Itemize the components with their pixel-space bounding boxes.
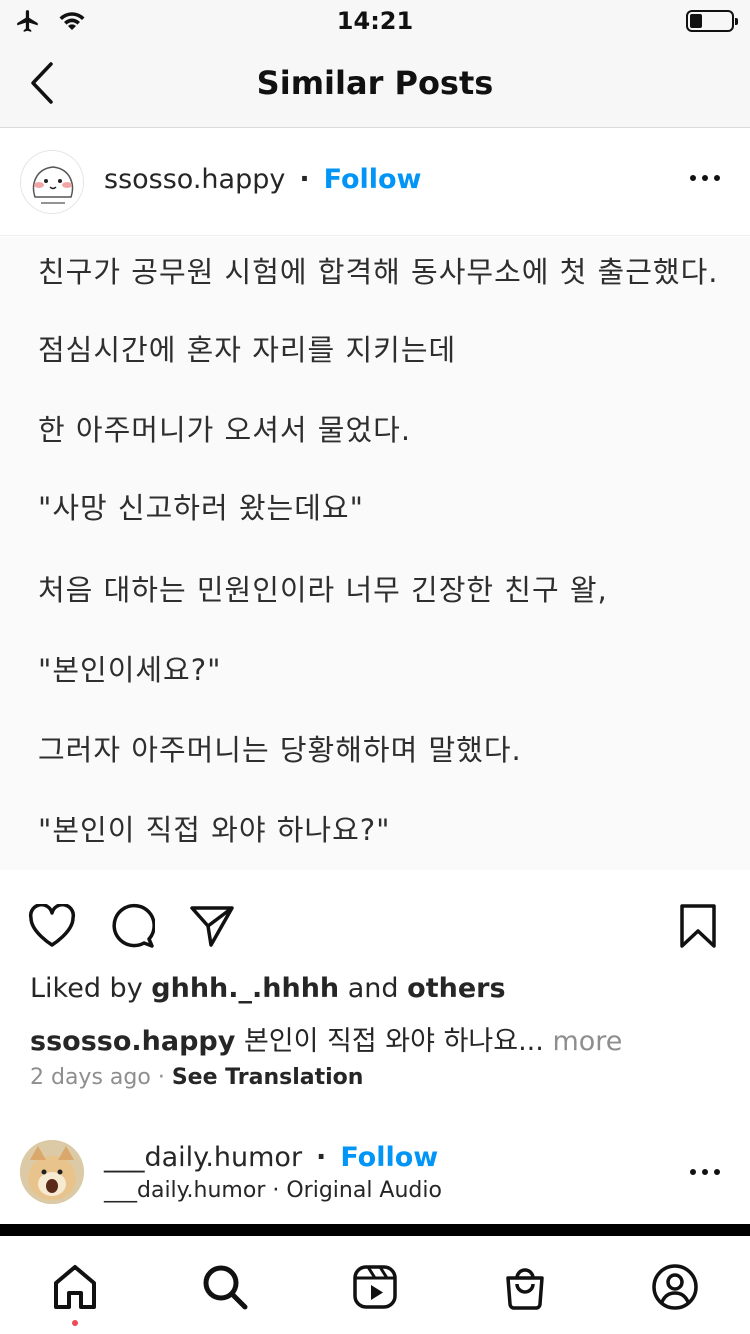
caption: ssosso.happy 본인이 직접 와야 하나요... more — [30, 1019, 622, 1058]
share-icon — [190, 906, 234, 947]
audio-label[interactable]: ___daily.humor · Original Audio — [104, 1178, 442, 1203]
liked-prefix: Liked by — [30, 973, 143, 1004]
home-icon — [54, 1265, 96, 1309]
post-meta: 2 days ago · See Translation — [30, 1065, 363, 1090]
tab-profile[interactable] — [650, 1262, 700, 1312]
action-bar — [0, 890, 750, 962]
time-ago: 2 days ago — [30, 1065, 151, 1090]
likes-summary: Liked by ghhh._.hhhh and others — [30, 973, 506, 1004]
liked-user[interactable]: ghhh._.hhhh — [151, 973, 339, 1004]
caption-username[interactable]: ssosso.happy — [30, 1026, 235, 1057]
nav-header: Similar Posts — [0, 40, 750, 128]
next-post-header: ___daily.humor · Follow ___daily.humor ·… — [0, 1130, 750, 1220]
tab-home[interactable] — [50, 1262, 100, 1312]
heart-icon — [28, 904, 76, 947]
meta-separator: · — [157, 1065, 165, 1090]
comment-icon — [112, 903, 155, 948]
post-text-line: "본인이세요?" — [38, 653, 222, 687]
separator: · — [299, 164, 310, 195]
caption-more-link[interactable]: more — [552, 1026, 622, 1057]
battery-fill — [690, 14, 702, 28]
follow-button[interactable]: Follow — [324, 164, 422, 195]
post-text-line: "본인이 직접 와야 하나요?" — [38, 813, 391, 847]
reels-icon — [353, 1265, 397, 1309]
post-text-line: 처음 대하는 민원인이라 너무 긴장한 친구 왈, — [38, 573, 608, 607]
avatar[interactable] — [20, 150, 84, 214]
post-text-line: 그러자 아주머니는 당황해하며 말했다. — [38, 733, 522, 767]
post-header: ssosso.happy · Follow — [0, 128, 750, 236]
post-author: ssosso.happy · Follow — [104, 164, 422, 195]
tab-reels[interactable] — [350, 1262, 400, 1312]
page-title: Similar Posts — [256, 64, 494, 102]
liked-and: and — [347, 973, 399, 1004]
notification-dot — [72, 1320, 78, 1326]
post-image[interactable]: 친구가 공무원 시험에 합격해 동사무소에 첫 출근했다. 점심시간에 혼자 자… — [0, 237, 750, 870]
post-text-line: "사망 신고하러 왔는데요" — [38, 491, 364, 525]
tab-shop[interactable] — [500, 1262, 550, 1312]
comment-button[interactable] — [108, 902, 156, 950]
more-icon[interactable] — [690, 1166, 720, 1178]
tab-bar — [0, 1236, 750, 1334]
avatar[interactable] — [20, 1140, 84, 1204]
liked-others[interactable]: others — [407, 973, 505, 1004]
more-icon[interactable] — [690, 172, 720, 184]
next-post-author: ___daily.humor · Follow — [104, 1142, 438, 1173]
profile-icon — [652, 1264, 698, 1310]
username[interactable]: ___daily.humor — [104, 1142, 302, 1173]
see-translation-link[interactable]: See Translation — [172, 1065, 364, 1090]
search-icon — [203, 1265, 248, 1310]
post-text-line: 친구가 공무원 시험에 합격해 동사무소에 첫 출근했다. — [38, 255, 719, 289]
battery-icon — [686, 10, 738, 32]
post-text-line: 점심시간에 혼자 자리를 지키는데 — [38, 333, 457, 367]
caption-text: 본인이 직접 와야 하나요... — [243, 1026, 544, 1057]
separator: · — [316, 1142, 327, 1173]
save-button[interactable] — [674, 902, 722, 950]
bookmark-icon — [680, 904, 716, 948]
status-time: 14:21 — [336, 7, 414, 35]
post-text-line: 한 아주머니가 오셔서 물었다. — [38, 413, 412, 447]
status-bar: 14:21 — [0, 0, 750, 40]
next-post-media[interactable] — [0, 1224, 750, 1236]
share-button[interactable] — [188, 902, 236, 950]
shop-icon — [506, 1268, 544, 1310]
tab-search[interactable] — [200, 1262, 250, 1312]
like-button[interactable] — [28, 902, 76, 950]
username[interactable]: ssosso.happy — [104, 164, 285, 195]
follow-button[interactable]: Follow — [340, 1142, 438, 1173]
